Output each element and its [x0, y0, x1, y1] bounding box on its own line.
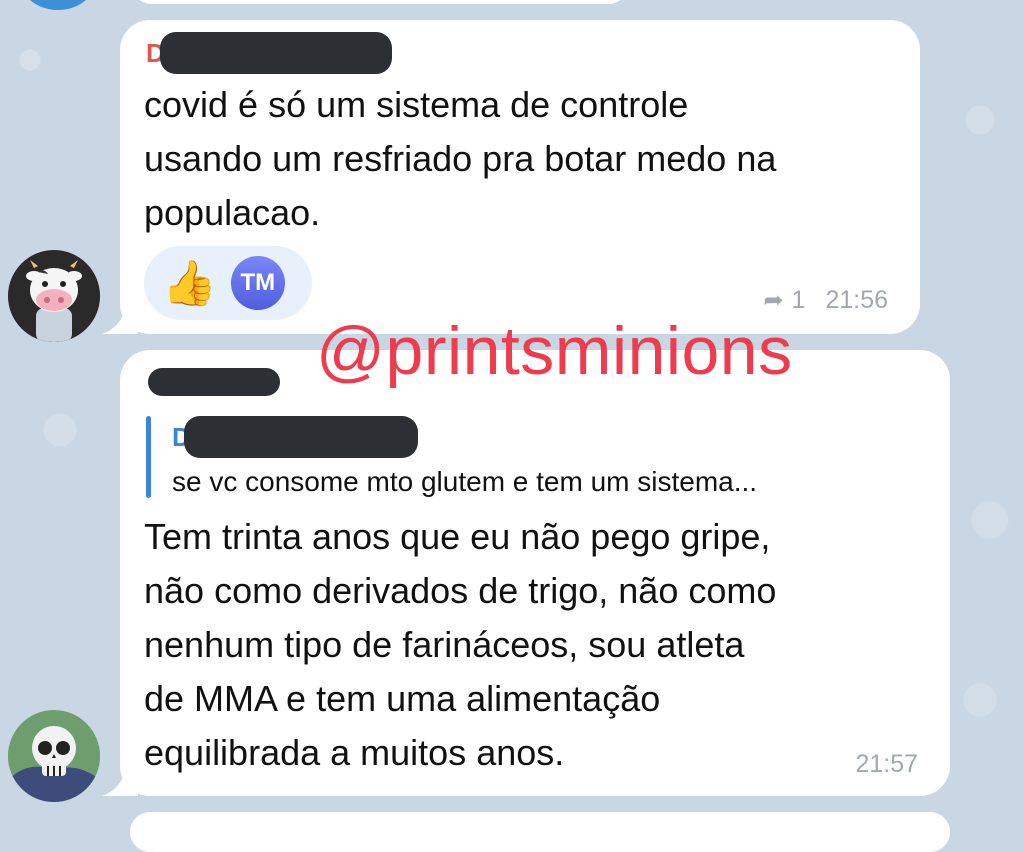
message-meta: 21:57 [855, 750, 918, 779]
redacted-quote-sender [184, 416, 418, 458]
quote-accent-bar [146, 416, 151, 498]
redacted-sender-name [160, 32, 392, 74]
message-time: 21:56 [825, 286, 888, 314]
message-bubble[interactable]: D se vc consome mto glutem e tem um sist… [120, 350, 950, 796]
redacted-sender-name [148, 368, 280, 396]
skull-emoji-icon [8, 710, 100, 802]
sender-avatar-skull[interactable] [8, 710, 100, 802]
reactions-bar[interactable]: 👍 TM [144, 246, 312, 320]
message-text: Tem trinta anos que eu não pego gripe, n… [144, 516, 777, 773]
reaction-user-avatar[interactable]: TM [230, 256, 285, 310]
sender-avatar-cow[interactable] [8, 250, 100, 342]
message-time: 21:57 [855, 750, 918, 778]
message-bubble[interactable]: D covid é só um sistema de controle usan… [120, 20, 920, 334]
quoted-message-text[interactable]: se vc consome mto glutem e tem um sistem… [172, 466, 757, 498]
reply-count[interactable]: 1 [792, 286, 806, 315]
watermark-text: @printsminions [316, 313, 793, 389]
message-meta: ➦ 1 21:56 [763, 286, 888, 315]
thumbs-up-reaction-icon[interactable]: 👍 [162, 257, 217, 309]
partial-message-bubble-bottom[interactable] [130, 812, 950, 852]
message-text: covid é só um sistema de controle usando… [144, 84, 777, 233]
cow-emoji-icon [8, 250, 100, 342]
partial-message-bubble-top[interactable] [130, 0, 630, 4]
reply-arrow-icon[interactable]: ➦ [763, 286, 783, 315]
